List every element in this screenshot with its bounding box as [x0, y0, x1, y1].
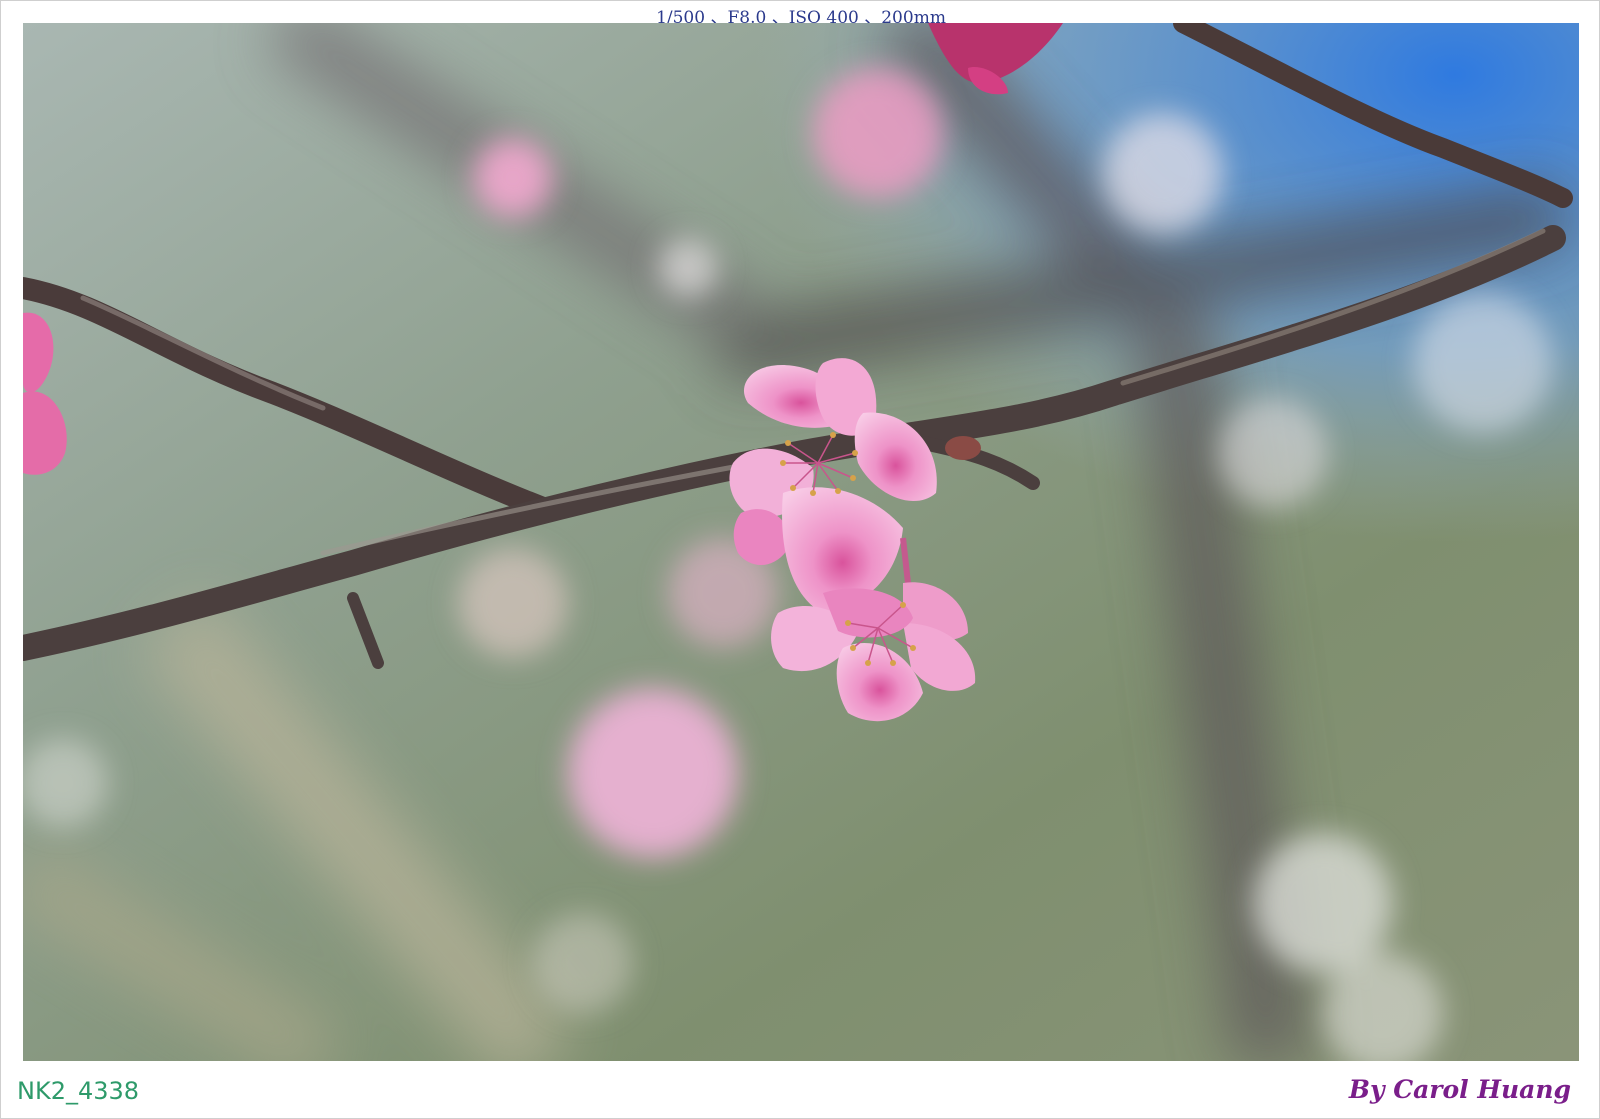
- blossom-photo-illustration: [23, 23, 1579, 1061]
- photo: [23, 23, 1579, 1061]
- photo-frame: 1/500 、F8.0 、ISO 400 、200mm NK2_4338 By …: [0, 0, 1600, 1119]
- photographer-credit: By Carol Huang: [1348, 1075, 1571, 1104]
- file-id-label: NK2_4338: [17, 1077, 140, 1105]
